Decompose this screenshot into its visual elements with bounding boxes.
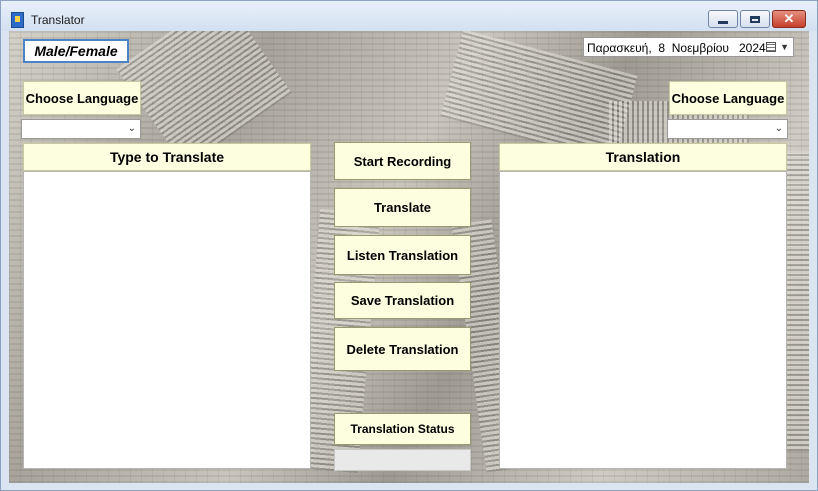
translate-button[interactable]: Translate <box>334 188 471 227</box>
date-year: 2024 <box>738 41 766 55</box>
target-panel-title: Translation <box>499 143 787 171</box>
source-text-input[interactable] <box>23 171 311 469</box>
app-window: Translator ✕ Male/Female Παρασκευή, 8 Νο… <box>0 0 818 491</box>
maximize-icon <box>741 11 769 27</box>
target-language-select[interactable]: ⌄ <box>667 119 788 139</box>
target-language-label: Choose Language <box>669 81 787 115</box>
chevron-down-icon: ⌄ <box>774 123 783 134</box>
minimize-icon <box>709 11 737 27</box>
date-day-name: Παρασκευή, <box>587 41 652 55</box>
chevron-down-icon[interactable]: ▼ <box>780 42 789 52</box>
source-language-label: Choose Language <box>23 81 141 115</box>
close-button[interactable]: ✕ <box>772 10 806 28</box>
date-picker[interactable]: Παρασκευή, 8 Νοεμβρίου 2024 ▼ <box>583 37 794 57</box>
chevron-down-icon: ⌄ <box>127 123 136 134</box>
close-icon: ✕ <box>783 11 795 26</box>
target-text-output[interactable] <box>499 171 787 469</box>
maximize-button[interactable] <box>740 10 770 28</box>
gender-toggle[interactable]: Male/Female <box>23 39 129 63</box>
date-month: Νοεμβρίου <box>671 41 729 55</box>
calendar-icon[interactable] <box>766 42 776 52</box>
source-panel-title: Type to Translate <box>23 143 311 171</box>
title-bar[interactable]: Translator ✕ <box>1 1 817 31</box>
translation-status-value <box>334 449 471 471</box>
save-translation-button[interactable]: Save Translation <box>334 282 471 319</box>
listen-translation-button[interactable]: Listen Translation <box>334 235 471 275</box>
minimize-button[interactable] <box>708 10 738 28</box>
source-language-select[interactable]: ⌄ <box>21 119 141 139</box>
delete-translation-button[interactable]: Delete Translation <box>334 327 471 371</box>
date-day: 8 <box>658 41 666 55</box>
app-icon <box>11 12 24 28</box>
window-title: Translator <box>31 13 85 27</box>
client-area: Male/Female Παρασκευή, 8 Νοεμβρίου 2024 … <box>9 31 809 483</box>
date-text: Παρασκευή, 8 Νοεμβρίου 2024 <box>587 41 766 55</box>
start-recording-button[interactable]: Start Recording <box>334 142 471 180</box>
translation-status-label: Translation Status <box>334 413 471 445</box>
